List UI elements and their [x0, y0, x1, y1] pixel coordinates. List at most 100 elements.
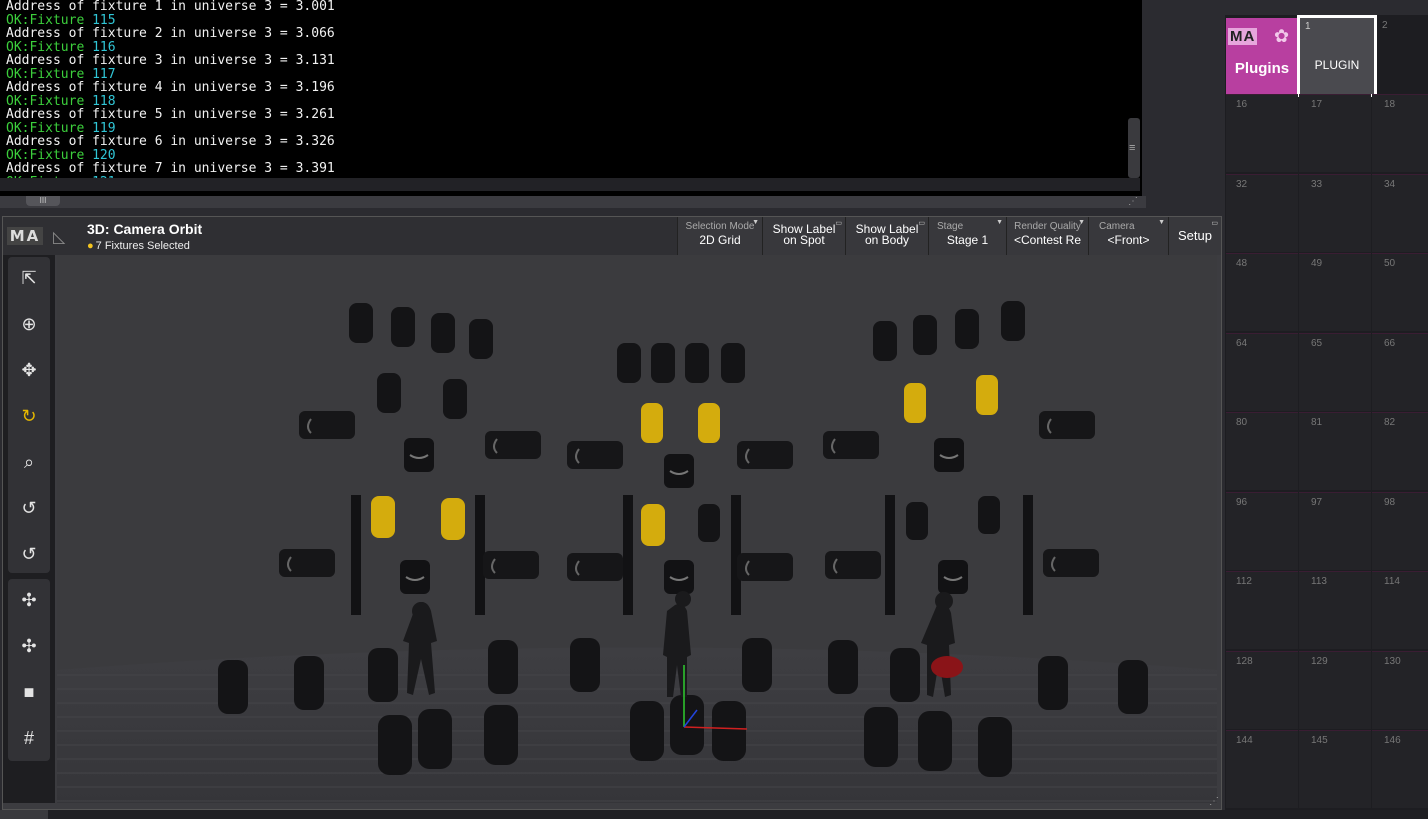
move-icon[interactable]: ✥: [8, 349, 50, 391]
fixture[interactable]: [664, 560, 694, 594]
plugin-slot-130[interactable]: 130: [1372, 650, 1428, 729]
fixture[interactable]: [825, 551, 881, 579]
fixture[interactable]: [299, 411, 355, 439]
fixture[interactable]: [737, 441, 793, 469]
fixture[interactable]: [712, 701, 746, 761]
fixture[interactable]: [418, 709, 452, 769]
plugin-slot-16[interactable]: 16: [1226, 94, 1298, 172]
show-label-spot-button[interactable]: ▭ Show Label on Spot: [762, 217, 845, 255]
resize-grip-icon[interactable]: ⋰: [1209, 796, 1219, 807]
plugin-slot-82[interactable]: 82: [1372, 412, 1428, 490]
plugin-slot-112[interactable]: 112: [1226, 571, 1298, 649]
pan-xy-icon[interactable]: ✣: [8, 579, 50, 621]
command-input[interactable]: [0, 178, 1140, 191]
fixture[interactable]: [828, 640, 858, 694]
plugin-slot-50[interactable]: 50: [1372, 253, 1428, 331]
plugins-pool-header[interactable]: MA ✿ Plugins: [1226, 18, 1298, 94]
fixture[interactable]: [890, 648, 920, 702]
selected-fixture[interactable]: [641, 504, 665, 546]
3d-viewport[interactable]: [57, 255, 1217, 803]
fixture[interactable]: [630, 701, 664, 761]
fixture[interactable]: [978, 496, 1000, 534]
plugin-slot-113[interactable]: 113: [1299, 571, 1371, 649]
setup-button[interactable]: ▭ Setup: [1168, 217, 1221, 255]
selected-fixture[interactable]: [904, 383, 926, 423]
selected-fixture[interactable]: [371, 496, 395, 538]
fixture[interactable]: [400, 560, 430, 594]
plugin-slot-129[interactable]: 129: [1299, 650, 1371, 729]
stage-button[interactable]: ▼ Stage Stage 1: [928, 217, 1006, 255]
plugin-slot-146[interactable]: 146: [1372, 730, 1428, 808]
fixture[interactable]: [485, 431, 541, 459]
fixture[interactable]: [1038, 656, 1068, 710]
fixture[interactable]: [651, 343, 675, 383]
fixture[interactable]: [698, 504, 720, 542]
plugin-slot-144[interactable]: 144: [1226, 730, 1298, 808]
fixture[interactable]: [742, 638, 772, 692]
fixture[interactable]: [469, 319, 493, 359]
fixture[interactable]: [1001, 301, 1025, 341]
fixture[interactable]: [488, 640, 518, 694]
plugin-slot-65[interactable]: 65: [1299, 332, 1371, 411]
stage-render[interactable]: [57, 255, 1217, 803]
selected-fixture[interactable]: [976, 375, 998, 415]
fixture[interactable]: [737, 553, 793, 581]
fixture[interactable]: [377, 373, 401, 413]
fixture[interactable]: [864, 707, 898, 767]
selected-fixture[interactable]: [641, 403, 663, 443]
fixture[interactable]: [404, 438, 434, 472]
zoom-icon[interactable]: ⌕: [8, 441, 50, 483]
crosshair-icon[interactable]: ⊕: [8, 303, 50, 345]
fixture[interactable]: [567, 553, 623, 581]
fixture[interactable]: [906, 502, 928, 540]
plugin-slot-145[interactable]: 145: [1299, 730, 1371, 808]
fixture[interactable]: [873, 321, 897, 361]
fixture[interactable]: [1118, 660, 1148, 714]
render-quality-button[interactable]: ▼ Render Quality <Contest Re: [1006, 217, 1088, 255]
plugin-slot-32[interactable]: 32: [1226, 173, 1298, 252]
fixture[interactable]: [664, 454, 694, 488]
fixture[interactable]: [294, 656, 324, 710]
plugin-slot-18[interactable]: 18: [1372, 94, 1428, 172]
fixture[interactable]: [368, 648, 398, 702]
plugin-slot-81[interactable]: 81: [1299, 412, 1371, 490]
fixture[interactable]: [978, 717, 1012, 777]
plugin-slot-34[interactable]: 34: [1372, 173, 1428, 252]
fixture[interactable]: [349, 303, 373, 343]
selection-mode-button[interactable]: ▼ Selection Mode 2D Grid: [677, 217, 762, 255]
plugin-slot-128[interactable]: 128: [1226, 650, 1298, 729]
fixture[interactable]: [918, 711, 952, 771]
fixture[interactable]: [1043, 549, 1099, 577]
select-arrow-icon[interactable]: ⇱: [8, 257, 50, 299]
plugin-slot-114[interactable]: 114: [1372, 571, 1428, 649]
plugin-slot-17[interactable]: 17: [1299, 94, 1371, 172]
plugin-slot-96[interactable]: 96: [1226, 491, 1298, 570]
grid-icon[interactable]: #: [8, 717, 50, 759]
fixture[interactable]: [721, 343, 745, 383]
pan-xz-icon[interactable]: ✣: [8, 625, 50, 667]
plugin-slot-97[interactable]: 97: [1299, 491, 1371, 570]
fixture[interactable]: [934, 438, 964, 472]
plugin-slot-64[interactable]: 64: [1226, 332, 1298, 411]
fixture[interactable]: [279, 549, 335, 577]
plugin-slot-66[interactable]: 66: [1372, 332, 1428, 411]
fixture[interactable]: [617, 343, 641, 383]
fixture[interactable]: [570, 638, 600, 692]
fixture[interactable]: [913, 315, 937, 355]
fixture[interactable]: [483, 551, 539, 579]
fixture[interactable]: [685, 343, 709, 383]
fixture[interactable]: [823, 431, 879, 459]
plugin-slot-48[interactable]: 48: [1226, 253, 1298, 331]
plugin-slot-80[interactable]: 80: [1226, 412, 1298, 490]
plugin-slot-2[interactable]: 2: [1378, 16, 1428, 96]
fixture[interactable]: [670, 695, 704, 755]
selected-fixture[interactable]: [441, 498, 465, 540]
fixture[interactable]: [567, 441, 623, 469]
fixture[interactable]: [484, 705, 518, 765]
fixture[interactable]: [431, 313, 455, 353]
plugin-slot-1[interactable]: 1 PLUGIN: [1297, 15, 1377, 97]
plugin-slot-49[interactable]: 49: [1299, 253, 1371, 331]
fixture[interactable]: [1039, 411, 1095, 439]
show-label-body-button[interactable]: ▭ Show Label on Body: [845, 217, 928, 255]
camera-icon[interactable]: ■: [8, 671, 50, 713]
